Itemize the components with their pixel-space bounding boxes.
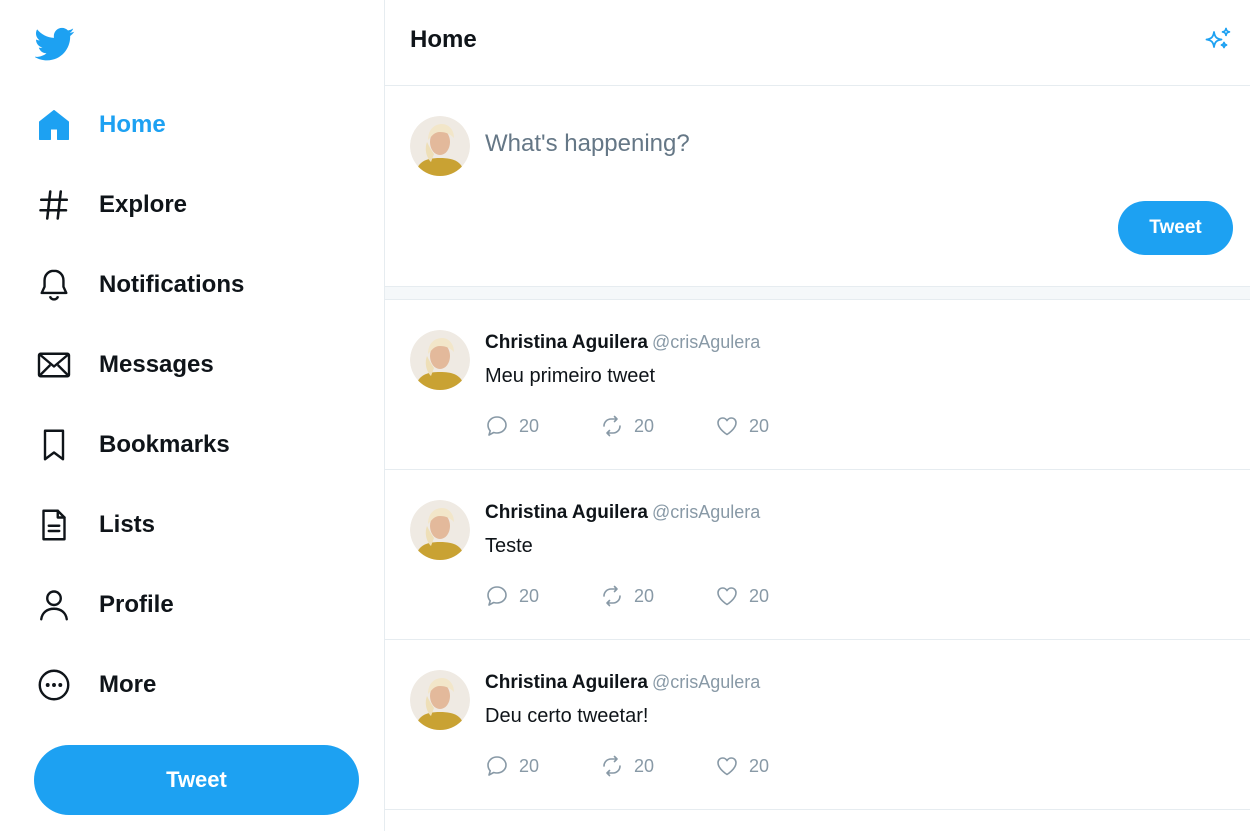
reply-count: 20 <box>519 585 540 606</box>
avatar[interactable] <box>410 670 470 730</box>
bookmark-icon <box>35 426 73 464</box>
page-title: Home <box>410 26 477 53</box>
tweet-item[interactable]: Christina Aguilera @crisAgulera Deu certo… <box>385 640 1250 810</box>
main-timeline: Home Tweet Christina Aguilera@crisAguler… <box>385 0 1250 831</box>
retweet-button[interactable]: 20 <box>600 414 654 438</box>
sidebar-tweet-button[interactable]: Tweet <box>34 745 359 815</box>
author-handle[interactable]: @crisAgulera <box>652 672 760 692</box>
tweet-text: Teste <box>485 535 533 557</box>
timeline-header: Home <box>385 0 1250 86</box>
nav-label-bookmarks: Bookmarks <box>99 431 230 458</box>
nav-label-lists: Lists <box>99 511 156 538</box>
tweet-header: Christina Aguilera @crisAgulera <box>485 672 760 694</box>
author-name[interactable]: Christina Aguilera <box>485 332 648 353</box>
heart-icon <box>717 757 737 776</box>
retweet-icon <box>603 415 621 437</box>
avatar[interactable] <box>410 116 470 176</box>
author-name[interactable]: Christina Aguilera <box>485 502 648 523</box>
nav-item-notifications[interactable]: Notifications <box>0 255 380 315</box>
tweet-composer: Tweet <box>385 86 1250 286</box>
author-handle[interactable]: @crisAgulera <box>652 332 760 352</box>
nav-label-notifications: Notifications <box>99 271 245 298</box>
retweet-button[interactable]: 20 <box>600 754 654 778</box>
reply-icon <box>487 756 507 776</box>
retweet-button[interactable]: 20 <box>600 584 654 608</box>
nav-item-explore[interactable]: Explore <box>0 175 380 235</box>
like-button[interactable]: 20 <box>715 584 769 608</box>
retweet-icon <box>603 585 621 607</box>
tweet-header: Christina Aguilera @crisAgulera <box>485 332 760 354</box>
compose-tweet-button[interactable]: Tweet <box>1118 201 1233 255</box>
retweet-count: 20 <box>634 585 655 606</box>
home-icon <box>35 106 73 144</box>
sparkle-icon[interactable] <box>1202 25 1234 57</box>
heart-icon <box>717 417 737 436</box>
author-handle[interactable]: @crisAgulera <box>652 502 760 522</box>
tweet-item[interactable]: Christina Aguilera @crisAgulera Teste 20 … <box>385 470 1250 640</box>
list-document-icon <box>35 506 73 544</box>
reply-icon <box>487 586 507 606</box>
nav-label-home: Home <box>99 111 166 138</box>
nav-item-bookmarks[interactable]: Bookmarks <box>0 415 380 475</box>
nav-label-more: More <box>99 671 157 698</box>
reply-count: 20 <box>519 415 540 436</box>
compose-input[interactable] <box>485 130 1185 158</box>
person-icon <box>35 586 73 624</box>
tweet-text: Deu certo tweetar! <box>485 705 649 727</box>
nav-item-profile[interactable]: Profile <box>0 575 380 635</box>
retweet-count: 20 <box>634 415 655 436</box>
reply-button[interactable]: 20 <box>485 414 539 438</box>
sidebar: Home Explore Notifications Messages Book… <box>0 0 385 831</box>
feed-divider <box>385 286 1250 300</box>
envelope-icon <box>35 346 73 384</box>
avatar[interactable] <box>410 500 470 560</box>
like-button[interactable]: 20 <box>715 414 769 438</box>
heart-icon <box>717 587 737 606</box>
tweet-header: Christina Aguilera @crisAgulera <box>485 502 760 524</box>
reply-button[interactable]: 20 <box>485 584 539 608</box>
twitter-bird-icon[interactable] <box>34 24 75 64</box>
reply-count: 20 <box>519 755 540 776</box>
like-count: 20 <box>749 755 770 776</box>
reply-icon <box>487 416 507 436</box>
retweet-count: 20 <box>634 755 655 776</box>
author-name[interactable]: Christina Aguilera <box>485 672 648 693</box>
nav-item-lists[interactable]: Lists <box>0 495 380 555</box>
nav-item-more[interactable]: More <box>0 655 380 715</box>
nav-label-profile: Profile <box>99 591 174 618</box>
avatar[interactable] <box>410 330 470 390</box>
hashtag-icon <box>35 186 73 224</box>
retweet-icon <box>603 755 621 777</box>
like-count: 20 <box>749 585 770 606</box>
like-button[interactable]: 20 <box>715 754 769 778</box>
tweet-text: Meu primeiro tweet <box>485 365 656 387</box>
tweet-item[interactable]: Christina Aguilera @crisAgulera Meu prime… <box>385 300 1250 470</box>
bell-icon <box>35 266 73 304</box>
reply-button[interactable]: 20 <box>485 754 539 778</box>
nav-label-messages: Messages <box>99 351 214 378</box>
nav-label-explore: Explore <box>99 191 188 218</box>
nav-item-messages[interactable]: Messages <box>0 335 380 395</box>
nav-item-home[interactable]: Home <box>0 95 380 155</box>
like-count: 20 <box>749 415 770 436</box>
more-circle-icon <box>35 666 73 704</box>
